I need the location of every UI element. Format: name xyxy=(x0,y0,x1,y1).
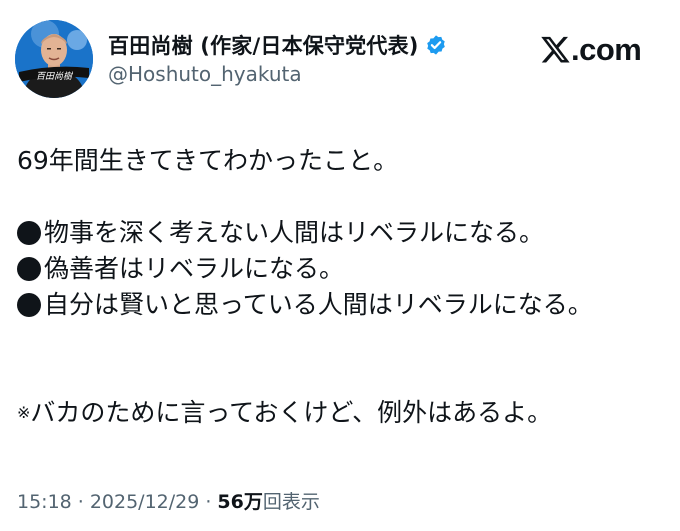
x-logo-icon xyxy=(540,35,570,65)
tweet-meta: 15:18 · 2025/12/29 · 56万 回表示 xyxy=(17,487,320,514)
bullet-text: 物事を深く考えない人間はリベラルになる。 xyxy=(44,218,545,247)
meta-separator: · xyxy=(205,491,212,513)
bullet-text: 自分は賢いと思っている人間はリベラルになる。 xyxy=(44,290,593,319)
views-label: 回表示 xyxy=(262,491,320,513)
verified-badge-icon xyxy=(425,34,447,56)
tweet-card: 百田尚樹 百田尚樹 (作家/日本保守党代表) @Hoshuto_hyakuta … xyxy=(0,0,680,531)
bullet-text: 偽善者はリベラルになる。 xyxy=(44,254,345,283)
bullet-line: 物事を深く考えない人間はリベラルになる。 xyxy=(17,215,667,251)
tweet-text: 69年間生きてきてわかったこと。 物事を深く考えない人間はリベラルになる。 偽善… xyxy=(17,143,667,431)
black-circle-icon xyxy=(17,257,41,281)
tweet-date[interactable]: 2025/12/29 xyxy=(90,491,200,513)
note-text: バカのために言っておくけど、例外はあるよ。 xyxy=(30,398,553,427)
author-name-row: 百田尚樹 (作家/日本保守党代表) xyxy=(108,30,447,60)
meta-separator: · xyxy=(77,491,84,513)
bullet-line: 偽善者はリベラルになる。 xyxy=(17,251,667,287)
tweet-intro-line: 69年間生きてきてわかったこと。 xyxy=(17,143,667,179)
avatar-image: 百田尚樹 xyxy=(15,20,93,98)
tweet-time[interactable]: 15:18 xyxy=(17,491,72,513)
user-handle[interactable]: @Hoshuto_hyakuta xyxy=(108,62,302,86)
avatar[interactable]: 百田尚樹 xyxy=(15,20,93,98)
display-name[interactable]: 百田尚樹 (作家/日本保守党代表) xyxy=(108,30,419,60)
bullet-line: 自分は賢いと思っている人間はリベラルになる。 xyxy=(17,287,667,323)
black-circle-icon xyxy=(17,221,41,245)
tweet-intro: 69年間生きてきてわかったこと。 xyxy=(17,146,399,175)
black-circle-icon xyxy=(17,293,41,317)
x-brand: .com xyxy=(540,28,642,72)
avatar-caption: 百田尚樹 xyxy=(36,71,74,82)
brand-text: .com xyxy=(571,32,642,67)
views-count[interactable]: 56万 xyxy=(217,487,262,514)
note-mark: ※ xyxy=(17,403,31,422)
note-line: ※ バカのために言っておくけど、例外はあるよ。 xyxy=(17,395,667,431)
